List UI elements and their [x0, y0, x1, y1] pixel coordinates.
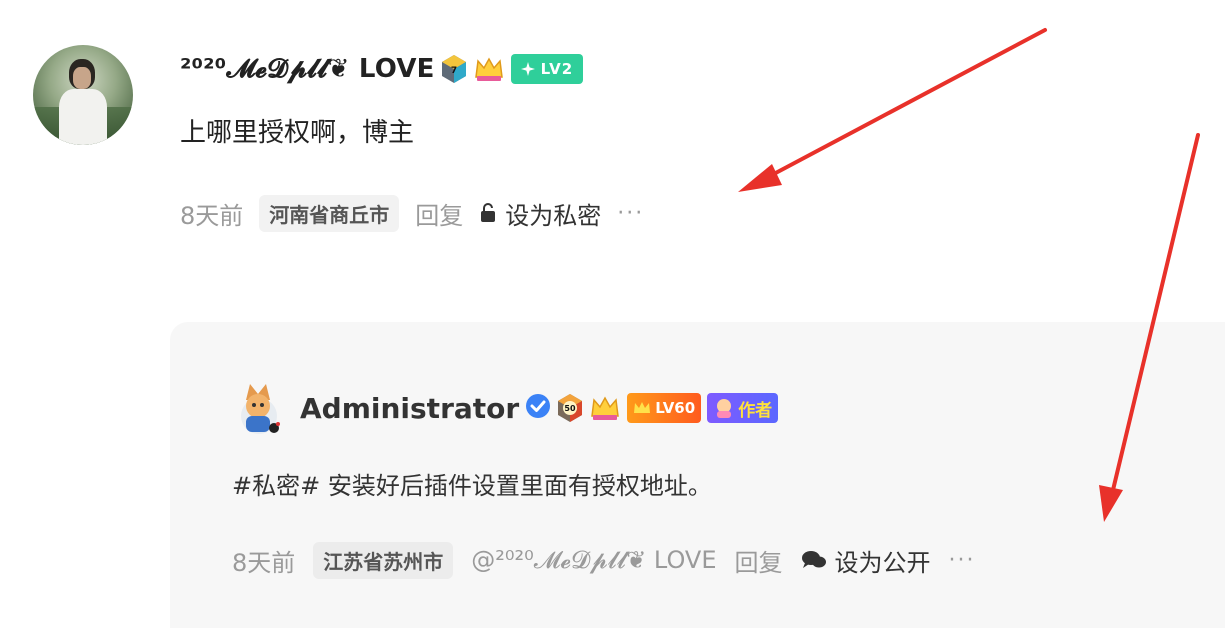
level-hex-badge-icon: 50 — [557, 393, 583, 423]
reply-username[interactable]: Administrator — [300, 392, 519, 425]
reply-mention[interactable]: @²⁰²⁰𝓜𝓮𝓓𝓹𝓵𝓵❦ LOVE — [471, 546, 716, 574]
set-private-label: 设为私密 — [505, 201, 602, 230]
reply-hex-number: 50 — [565, 404, 577, 413]
comment-thread: ²⁰²⁰𝓜𝓮𝓓𝓹𝓵𝓵❦ LOVE 7 LV2 上哪里授权啊，博主 8天前 河南省… — [0, 0, 1225, 628]
user-avatar[interactable] — [33, 45, 133, 145]
comment-location-tag: 河南省商丘市 — [259, 194, 400, 232]
comment-hex-number: 7 — [451, 66, 457, 76]
reply-text: #私密# 安装好后插件设置里面有授权地址。 — [232, 472, 712, 500]
crown-icon — [589, 394, 621, 422]
comment-text: 上哪里授权啊，博主 — [180, 118, 415, 148]
level-badge-text: LV60 — [655, 399, 696, 417]
comment-user-line: ²⁰²⁰𝓜𝓮𝓓𝓹𝓵𝓵❦ LOVE 7 LV2 — [180, 52, 584, 86]
comment-meta: 8天前 河南省商丘市 回复 设为私密 ··· — [180, 194, 644, 232]
comment-username[interactable]: ²⁰²⁰𝓜𝓮𝓓𝓹𝓵𝓵❦ LOVE — [180, 54, 435, 85]
verified-check-icon — [525, 393, 551, 423]
sparkle-icon — [520, 62, 535, 76]
crown-icon — [473, 55, 505, 83]
author-badge: 作者 — [707, 393, 779, 423]
set-private-button[interactable]: 设为私密 — [479, 196, 601, 231]
reply-location-tag: 江苏省苏州市 — [313, 541, 454, 579]
set-public-button[interactable]: 设为公开 — [801, 543, 931, 578]
reply-meta: 8天前 江苏省苏州市 @²⁰²⁰𝓜𝓮𝓓𝓹𝓵𝓵❦ LOVE 回复 设为公开 ··· — [232, 540, 975, 580]
level-badge: LV60 — [627, 393, 702, 423]
chat-bubble-icon — [801, 551, 826, 568]
reply-reply-button[interactable]: 回复 — [735, 543, 783, 578]
more-options-button[interactable]: ··· — [617, 201, 644, 226]
level-hex-badge-icon: 7 — [441, 54, 467, 84]
lock-icon — [481, 203, 496, 222]
avatar-face — [73, 67, 91, 89]
reply-time: 8天前 — [232, 548, 296, 577]
arrow-to-set-private — [738, 28, 1047, 192]
set-public-label: 设为公开 — [834, 548, 931, 577]
comment-reply-button[interactable]: 回复 — [415, 196, 463, 231]
more-options-button[interactable]: ··· — [949, 548, 976, 573]
comment-time: 8天前 — [180, 201, 244, 230]
reply-user-line: Administrator 50 LV60 作者 — [300, 388, 779, 428]
author-avatar-icon — [717, 399, 732, 418]
crown-icon — [634, 402, 651, 413]
author-badge-text: 作者 — [738, 400, 773, 421]
avatar-body — [59, 89, 107, 145]
reply-avatar[interactable] — [232, 380, 286, 436]
level-badge-text: LV2 — [540, 60, 574, 78]
level-badge: LV2 — [510, 54, 584, 84]
